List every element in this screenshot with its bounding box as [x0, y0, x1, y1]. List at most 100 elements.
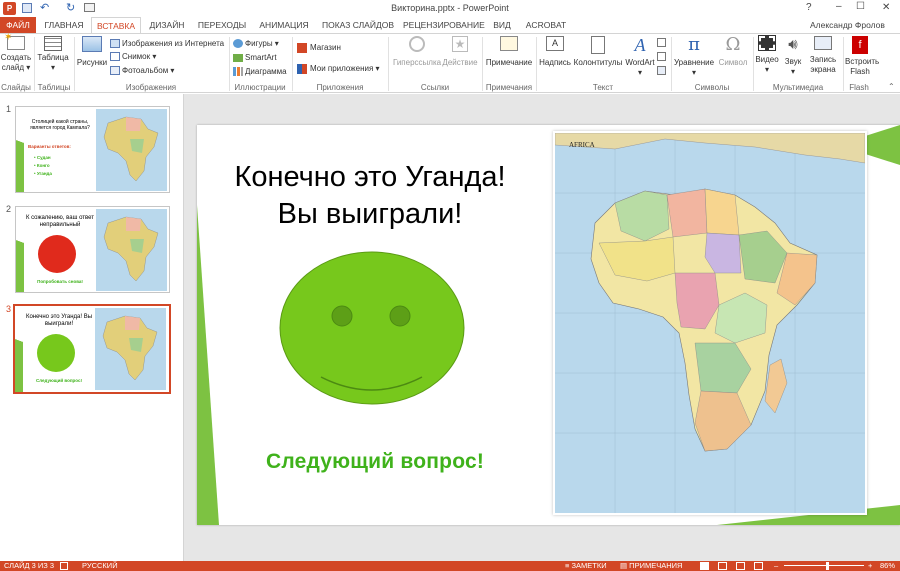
tab-home[interactable]: ГЛАВНАЯ: [40, 17, 88, 33]
action-button[interactable]: ★ Действие: [442, 36, 478, 68]
slide-thumbnail-2[interactable]: К сожалению, ваш ответ неправильный Попр…: [15, 206, 170, 293]
audio-button[interactable]: 🔊︎ Звук ▾: [781, 36, 805, 77]
screenshot-button[interactable]: Снимок ▾: [110, 51, 156, 62]
online-pictures-label: Изображения из Интернета: [122, 39, 225, 48]
table-label: Таблица: [37, 53, 69, 62]
tab-transitions[interactable]: ПЕРЕХОДЫ: [195, 17, 249, 33]
language[interactable]: РУССКИЙ: [82, 561, 118, 571]
my-apps-icon: [297, 63, 307, 74]
table-dropdown: ▾: [50, 63, 55, 72]
table-button[interactable]: Таблица ▾: [36, 36, 70, 73]
slide-title-line-1[interactable]: Конечно это Уганда!: [205, 161, 535, 194]
group-label-illustrations: Иллюстрации: [234, 83, 286, 92]
tab-view[interactable]: ВИД: [488, 17, 516, 33]
thumbnail-number: 2: [6, 204, 12, 214]
embed-flash-button[interactable]: f Встроить Flash: [845, 36, 879, 77]
maximize-button[interactable]: ☐: [856, 1, 865, 12]
video-label: Видео: [755, 55, 779, 64]
reading-view-icon[interactable]: [736, 562, 745, 570]
shapes-icon: [233, 39, 243, 49]
chart-button[interactable]: Диаграмма: [233, 66, 287, 77]
smiley-face-shape[interactable]: [279, 251, 465, 405]
video-dropdown: ▾: [764, 65, 769, 74]
equation-button[interactable]: π Уравнение ▾: [673, 36, 715, 78]
slide-title-line-2[interactable]: Вы выиграли!: [205, 198, 535, 231]
store-button[interactable]: Магазин: [297, 42, 341, 53]
tab-file[interactable]: ФАЙЛ: [0, 17, 36, 33]
africa-map-picture[interactable]: AFRICA: [553, 131, 867, 515]
close-button[interactable]: ✕: [882, 2, 890, 13]
africa-map-image: AFRICA: [555, 133, 865, 513]
minimize-button[interactable]: –: [836, 1, 842, 12]
thumbnail-options-title: Варианты ответов:: [28, 144, 71, 149]
thumbnail-retry-link: Попробовать снова!: [37, 279, 83, 284]
zoom-slider[interactable]: [784, 565, 864, 566]
photo-album-button[interactable]: Фотоальбом ▾: [110, 65, 174, 76]
header-footer-label: Колонтитулы: [573, 58, 623, 67]
next-question-link[interactable]: Следующий вопрос!: [225, 450, 525, 474]
tab-slideshow[interactable]: ПОКАЗ СЛАЙДОВ: [318, 17, 398, 33]
screen-recording-icon: [814, 36, 832, 50]
video-icon: [758, 35, 776, 51]
video-button[interactable]: Видео ▾: [755, 35, 779, 75]
smartart-button[interactable]: SmartArt: [233, 52, 277, 63]
pictures-button[interactable]: Рисунки: [76, 36, 108, 68]
zoom-level[interactable]: 86%: [880, 561, 895, 571]
slide-number-icon[interactable]: [657, 52, 666, 61]
smartart-label: SmartArt: [245, 53, 277, 62]
current-slide[interactable]: Конечно это Уганда! Вы выиграли! Следующ…: [197, 125, 900, 525]
tab-insert[interactable]: ВСТАВКА: [91, 17, 141, 34]
textbox-button[interactable]: A Надпись: [538, 36, 572, 68]
thumbnail-question: Столицей какой страны, является город Ка…: [30, 119, 90, 131]
store-icon: [297, 42, 307, 53]
screenshot-label: Снимок ▾: [122, 52, 157, 61]
slide-thumbnail-3[interactable]: Конечно это Уганда! Вы выиграли! Следующ…: [13, 304, 171, 394]
object-icon[interactable]: [657, 66, 666, 75]
comments-button[interactable]: ▤ ПРИМЕЧАНИЯ: [620, 561, 682, 571]
my-apps-label: Мои приложения ▾: [310, 64, 380, 73]
comment-icon: [500, 36, 518, 51]
online-pictures-button[interactable]: Изображения из Интернета: [110, 38, 224, 49]
notes-button[interactable]: ≡ ЗАМЕТКИ: [565, 561, 607, 571]
comment-button[interactable]: Примечание: [484, 36, 534, 68]
my-apps-button[interactable]: Мои приложения ▾: [297, 63, 380, 74]
wordart-button[interactable]: A WordArt ▾: [624, 36, 656, 78]
group-divider: [74, 37, 75, 91]
slide-sorter-icon[interactable]: [718, 562, 727, 570]
spelling-icon[interactable]: [60, 562, 68, 570]
ribbon-tabs: ФАЙЛ ГЛАВНАЯ ВСТАВКА ДИЗАЙН ПЕРЕХОДЫ АНИ…: [0, 17, 900, 34]
shapes-button[interactable]: Фигуры ▾: [233, 38, 279, 49]
tab-animations[interactable]: АНИМАЦИЯ: [255, 17, 313, 33]
group-label-links: Ссылки: [420, 83, 450, 92]
audio-label: Звук: [784, 57, 802, 66]
equation-label: Уравнение: [673, 58, 715, 67]
thumbnail-option: • Уганда: [34, 171, 52, 176]
normal-view-icon[interactable]: [700, 562, 709, 570]
user-name[interactable]: Александр Фролов: [810, 17, 900, 33]
hyperlink-button[interactable]: Гиперссылка: [392, 36, 442, 68]
tab-review[interactable]: РЕЦЕНЗИРОВАНИЕ: [403, 17, 485, 33]
hyperlink-label: Гиперссылка: [392, 58, 442, 67]
tab-acrobat[interactable]: ACROBAT: [522, 17, 570, 33]
group-label-comments: Примечания: [485, 83, 533, 92]
help-button[interactable]: ?: [806, 2, 812, 13]
screen-recording-button[interactable]: Запись экрана: [806, 36, 840, 75]
symbol-label: Символ: [718, 58, 748, 67]
new-slide-dropdown: слайд ▾: [1, 63, 31, 72]
zoom-out-button[interactable]: –: [774, 561, 778, 571]
slideshow-view-icon[interactable]: [754, 562, 763, 570]
group-label-flash: Flash: [849, 83, 869, 92]
header-footer-button[interactable]: Колонтитулы: [572, 36, 624, 68]
new-slide-label: Создать: [0, 53, 32, 62]
tab-design[interactable]: ДИЗАЙН: [145, 17, 189, 33]
slide-thumbnail-1[interactable]: Столицей какой страны, является город Ка…: [15, 106, 170, 193]
symbol-button[interactable]: Ω Символ: [716, 36, 750, 68]
collapse-ribbon-icon[interactable]: ⌃: [888, 82, 895, 91]
zoom-slider-thumb[interactable]: [826, 562, 829, 570]
equation-dropdown: ▾: [691, 68, 696, 77]
shapes-label: Фигуры ▾: [245, 39, 279, 48]
sad-face-icon: [38, 235, 76, 273]
new-slide-button[interactable]: ✶ Создать слайд ▾: [0, 33, 32, 73]
zoom-in-button[interactable]: +: [868, 561, 872, 571]
date-time-icon[interactable]: [657, 38, 666, 47]
